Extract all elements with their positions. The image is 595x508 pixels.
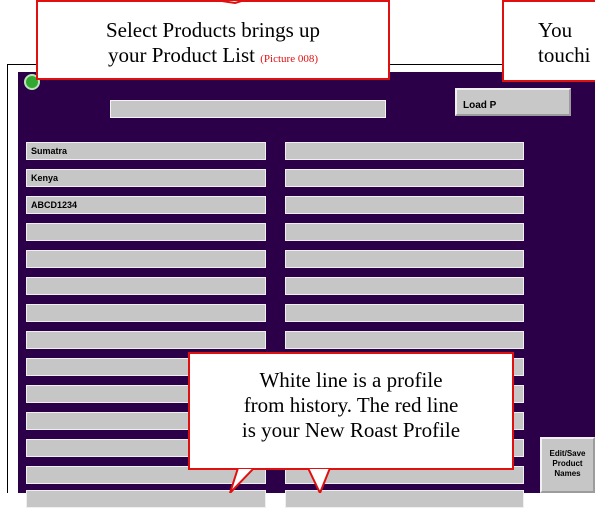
product-field[interactable]: ABCD1234 xyxy=(26,196,266,214)
product-field[interactable] xyxy=(285,196,524,214)
callout-line: Select Products brings up xyxy=(105,18,321,42)
product-field[interactable] xyxy=(285,277,524,295)
product-field[interactable] xyxy=(26,223,266,241)
product-field[interactable] xyxy=(285,169,524,187)
product-field[interactable]: Kenya xyxy=(26,169,266,187)
product-field[interactable] xyxy=(26,331,266,349)
callout-top-right: You touchi xyxy=(502,0,595,82)
callout-line-with-tag: your Product List (Picture 008) xyxy=(38,43,388,72)
edit-button-line2: Product xyxy=(552,459,583,468)
product-field[interactable] xyxy=(285,331,524,349)
product-field[interactable] xyxy=(26,304,266,322)
callout-line: You xyxy=(538,18,573,42)
edit-save-product-names-button[interactable]: Edit/Save Product Names xyxy=(540,437,595,493)
product-field[interactable] xyxy=(285,304,524,322)
edit-button-line3: Names xyxy=(554,469,581,478)
callout-line: your Product List xyxy=(108,43,255,67)
product-field[interactable] xyxy=(285,250,524,268)
product-field[interactable] xyxy=(26,277,266,295)
callout-line: White line is a profile xyxy=(259,368,443,392)
product-field[interactable] xyxy=(26,250,266,268)
product-field[interactable] xyxy=(285,142,524,160)
product-title-field[interactable] xyxy=(110,100,386,118)
load-product-button[interactable]: Load P xyxy=(455,88,571,116)
picture-tag: (Picture 008) xyxy=(260,53,318,65)
product-field[interactable] xyxy=(285,223,524,241)
callout-line: from history. The red line xyxy=(243,393,459,417)
callout-tail xyxy=(215,0,245,4)
callout-line: is your New Roast Profile xyxy=(241,418,461,442)
callout-tail xyxy=(229,468,332,493)
callout-select-products: Select Products brings up your Product L… xyxy=(36,0,390,80)
product-field[interactable]: Sumatra xyxy=(26,142,266,160)
edit-button-line1: Edit/Save xyxy=(549,449,586,458)
callout-line: touchi xyxy=(538,43,591,67)
callout-white-line: White line is a profile from history. Th… xyxy=(188,352,514,470)
